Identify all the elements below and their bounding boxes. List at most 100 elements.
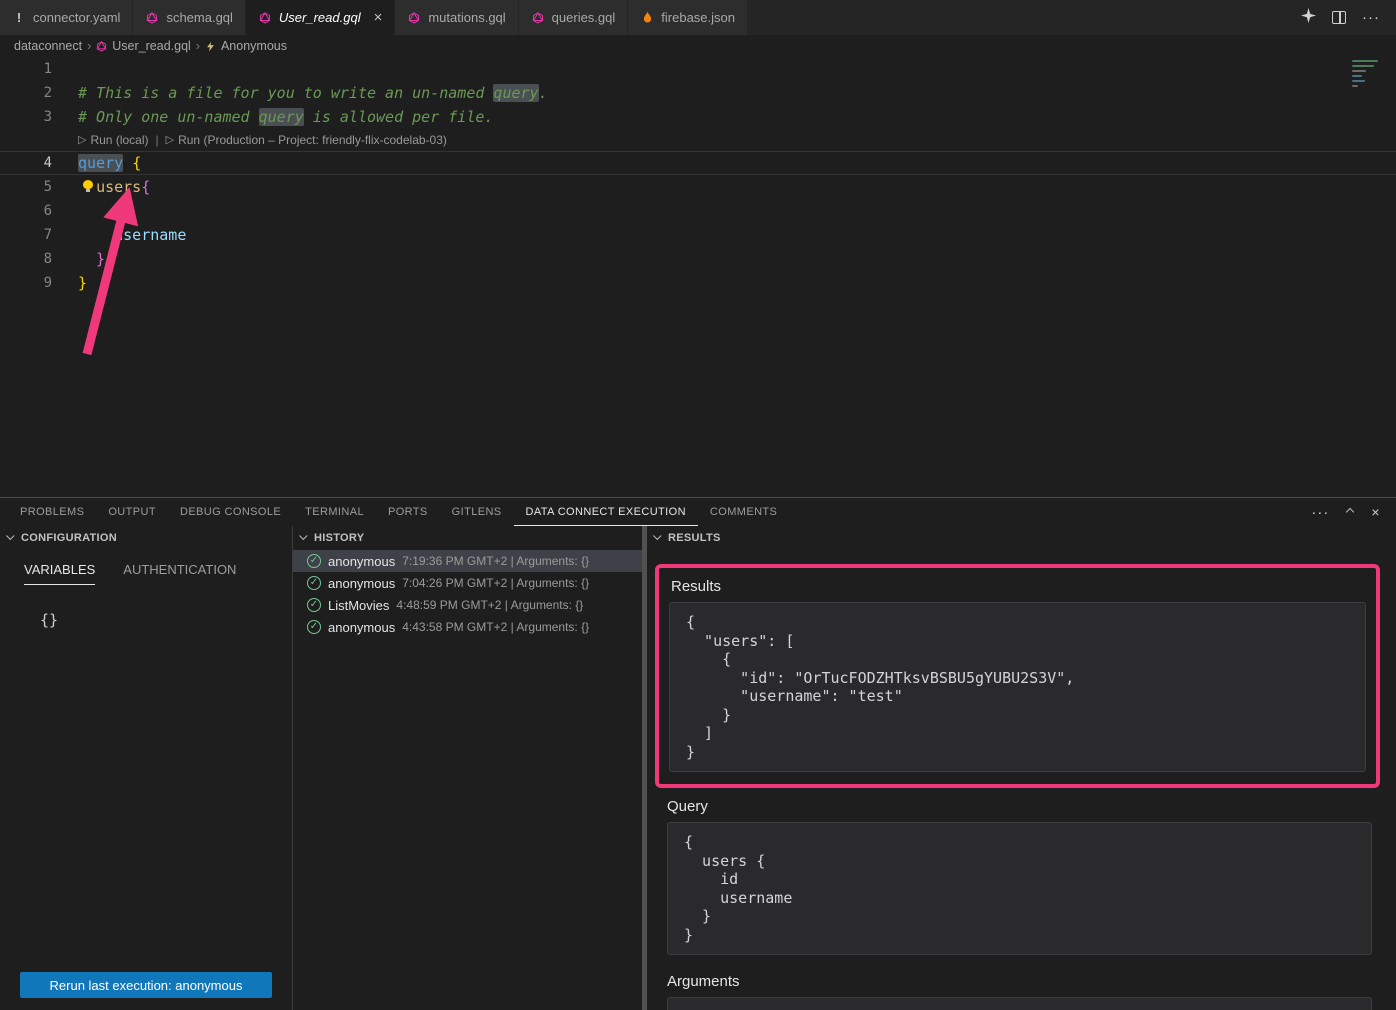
history-item[interactable]: ✓ anonymous 7:04:26 PM GMT+2 | Arguments… <box>293 572 642 594</box>
line-number: 6 <box>0 199 52 223</box>
graphql-icon <box>145 12 159 24</box>
panel-tab-output[interactable]: OUTPUT <box>96 498 168 526</box>
codelens: ▷Run (local) | ▷Run (Production – Projec… <box>0 129 1396 151</box>
graphql-icon <box>407 12 421 24</box>
split-editor-icon[interactable] <box>1332 11 1346 24</box>
panel-tab-terminal[interactable]: TERMINAL <box>293 498 376 526</box>
tab-label: firebase.json <box>661 10 735 25</box>
check-circle-icon: ✓ <box>307 576 321 590</box>
line-number: 3 <box>0 105 52 129</box>
symbol-query-icon <box>205 41 216 52</box>
codelens-divider: | <box>156 129 159 151</box>
panel-actions: ··· × <box>1311 504 1396 521</box>
variables-editor[interactable]: {} <box>40 611 292 629</box>
breadcrumb-separator: › <box>196 39 200 53</box>
close-tab-icon[interactable]: × <box>374 10 383 25</box>
line-number: 9 <box>0 271 52 295</box>
minimap[interactable] <box>1352 60 1382 108</box>
line-number: 1 <box>0 57 52 81</box>
maximize-panel-icon[interactable] <box>1346 508 1354 516</box>
panel-tab-bar: PROBLEMS OUTPUT DEBUG CONSOLE TERMINAL P… <box>0 498 1396 526</box>
tab-queries-gql[interactable]: queries.gql <box>519 0 629 35</box>
breadcrumb-separator: › <box>87 39 91 53</box>
graphql-icon <box>96 41 107 52</box>
panel-tab-gitlens[interactable]: GITLENS <box>440 498 514 526</box>
run-production-link[interactable]: ▷Run (Production – Project: friendly-fli… <box>166 129 447 151</box>
run-local-link[interactable]: ▷Run (local) <box>78 129 149 151</box>
code-line[interactable]: 9 } <box>0 271 1396 295</box>
results-content: Results { "users": [ { "id": "OrTucFODZH… <box>647 550 1396 1010</box>
panel-body: CONFIGURATION VARIABLES AUTHENTICATION {… <box>0 526 1396 1010</box>
tab-mutations-gql[interactable]: mutations.gql <box>395 0 518 35</box>
tab-variables[interactable]: VARIABLES <box>24 562 95 585</box>
more-actions-icon[interactable]: ··· <box>1362 9 1380 26</box>
results-title: RESULTS <box>668 532 721 544</box>
graphql-icon <box>531 12 545 24</box>
copilot-sparkle-icon[interactable] <box>1301 8 1316 28</box>
panel-tab-debug-console[interactable]: DEBUG CONSOLE <box>168 498 293 526</box>
code-line[interactable]: 5 users{ <box>0 175 1396 199</box>
line-number: 2 <box>0 81 52 105</box>
tab-authentication[interactable]: AUTHENTICATION <box>123 562 236 585</box>
check-circle-icon: ✓ <box>307 554 321 568</box>
panel-tab-problems[interactable]: PROBLEMS <box>8 498 96 526</box>
history-item[interactable]: ✓ anonymous 4:43:58 PM GMT+2 | Arguments… <box>293 616 642 638</box>
results-highlight-annotation: Results { "users": [ { "id": "OrTucFODZH… <box>655 564 1380 788</box>
code-line[interactable]: 6 id <box>0 199 1396 223</box>
code-line-current[interactable]: 4 query { <box>0 151 1396 175</box>
lightbulb-icon[interactable] <box>82 180 94 192</box>
tab-user-read-gql[interactable]: User_read.gql × <box>246 0 395 35</box>
configuration-header[interactable]: CONFIGURATION <box>0 526 292 550</box>
more-actions-icon[interactable]: ··· <box>1311 504 1329 521</box>
breadcrumb-file[interactable]: User_read.gql <box>112 39 191 53</box>
configuration-tabs: VARIABLES AUTHENTICATION <box>0 562 292 585</box>
panel-tab-ports[interactable]: PORTS <box>376 498 440 526</box>
results-section: RESULTS Results { "users": [ { "id": "Or… <box>647 526 1396 1010</box>
run-icon: ▷ <box>166 129 174 151</box>
line-number: 4 <box>0 151 52 175</box>
query-label: Query <box>667 798 1396 815</box>
history-section: HISTORY ✓ anonymous 7:19:36 PM GMT+2 | A… <box>293 526 642 1010</box>
code-line[interactable]: 3 # Only one un-named query is allowed p… <box>0 105 1396 129</box>
code-editor[interactable]: 1 2 # This is a file for you to write an… <box>0 57 1396 497</box>
tab-firebase-json[interactable]: firebase.json <box>628 0 748 35</box>
configuration-title: CONFIGURATION <box>21 532 117 544</box>
run-icon: ▷ <box>78 129 86 151</box>
bottom-panel: PROBLEMS OUTPUT DEBUG CONSOLE TERMINAL P… <box>0 497 1396 1010</box>
tab-schema-gql[interactable]: schema.gql <box>133 0 245 35</box>
line-number: 8 <box>0 247 52 271</box>
panel-tab-comments[interactable]: COMMENTS <box>698 498 789 526</box>
line-number: 5 <box>0 175 52 199</box>
history-header[interactable]: HISTORY <box>293 526 642 550</box>
tab-label: connector.yaml <box>33 10 120 25</box>
close-panel-icon[interactable]: × <box>1371 504 1380 520</box>
tab-label: mutations.gql <box>428 10 505 25</box>
results-header[interactable]: RESULTS <box>647 526 1396 550</box>
results-json: { "users": [ { "id": "OrTucFODZHTksvBSBU… <box>669 602 1366 772</box>
tab-connector-yaml[interactable]: ! connector.yaml <box>0 0 133 35</box>
vscode-window: ! connector.yaml schema.gql User_read.gq… <box>0 0 1396 1010</box>
arguments-text: {} <box>667 997 1372 1010</box>
tab-label: User_read.gql <box>279 10 361 25</box>
breadcrumb-dataconnect[interactable]: dataconnect <box>14 39 82 53</box>
code-line[interactable]: 1 <box>0 57 1396 81</box>
chevron-down-icon <box>299 532 307 540</box>
chevron-down-icon <box>6 532 14 540</box>
arguments-label: Arguments <box>667 973 1396 990</box>
graphql-icon <box>258 12 272 24</box>
panel-tab-data-connect-execution[interactable]: DATA CONNECT EXECUTION <box>514 498 698 526</box>
code-line[interactable]: 8 } <box>0 247 1396 271</box>
history-item[interactable]: ✓ anonymous 7:19:36 PM GMT+2 | Arguments… <box>293 550 642 572</box>
line-number: 7 <box>0 223 52 247</box>
rerun-last-execution-button[interactable]: Rerun last execution: anonymous <box>20 972 272 998</box>
code-line[interactable]: 7 username <box>0 223 1396 247</box>
history-item[interactable]: ✓ ListMovies 4:48:59 PM GMT+2 | Argument… <box>293 594 642 616</box>
firebase-icon <box>640 11 654 24</box>
chevron-down-icon <box>653 532 661 540</box>
code-line[interactable]: 2 # This is a file for you to write an u… <box>0 81 1396 105</box>
history-title: HISTORY <box>314 532 364 544</box>
breadcrumb-anonymous[interactable]: Anonymous <box>221 39 287 53</box>
check-circle-icon: ✓ <box>307 598 321 612</box>
results-label: Results <box>671 578 1366 595</box>
check-circle-icon: ✓ <box>307 620 321 634</box>
